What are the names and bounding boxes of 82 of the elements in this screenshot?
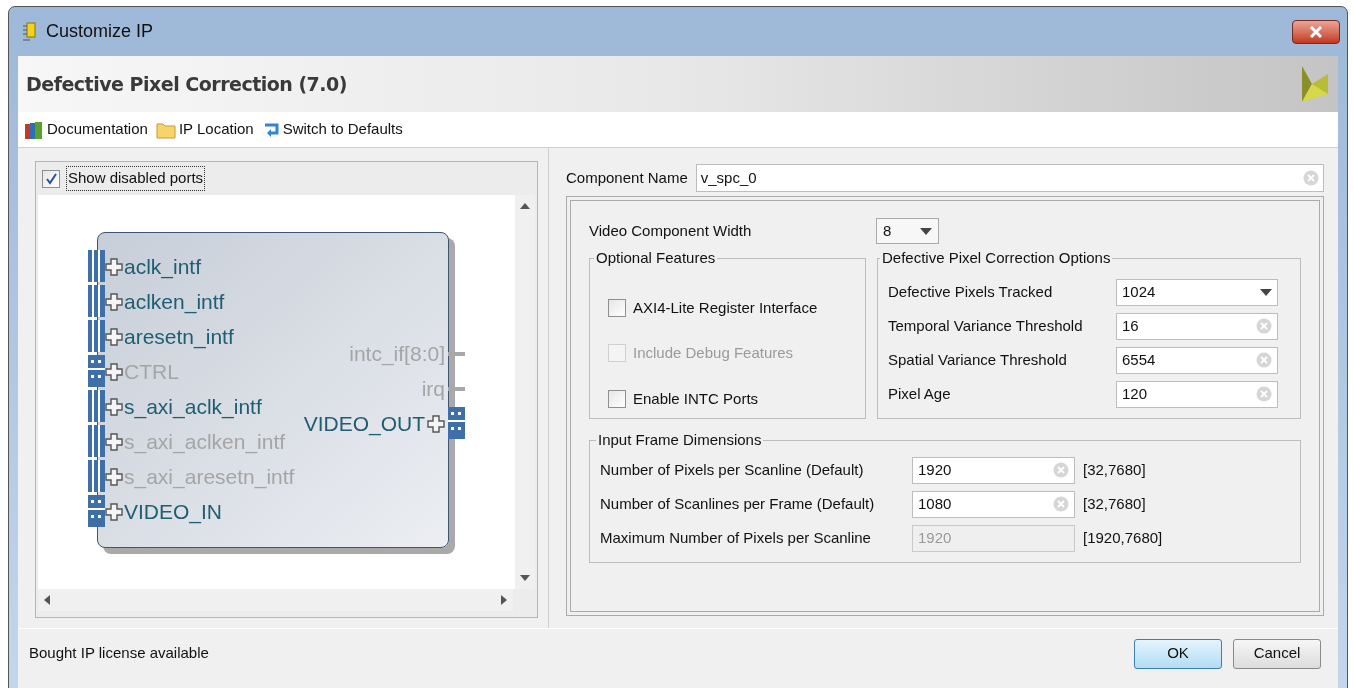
caret-icon [1260,288,1272,296]
group-title: Input Frame Dimensions [597,430,763,450]
port-label: s_axi_aclken_intf [124,428,286,456]
plus-icon[interactable] [105,327,123,346]
dialog-button[interactable]: Cancel [1233,638,1321,669]
checkbox[interactable] [608,298,626,317]
checkbox[interactable] [42,169,60,188]
ip-title: Defective Pixel Correction (7.0) [26,71,347,97]
input-field[interactable]: 1080 [912,490,1075,518]
input-field[interactable]: 6554 [1116,346,1278,374]
port-label: irq [421,375,445,402]
toolbar-button[interactable]: IP Location [155,118,254,141]
plus-icon[interactable] [105,257,123,276]
plus-icon[interactable] [427,414,445,433]
bus-connector-icon [88,355,105,387]
checkbox-label[interactable]: Show disabled ports [66,166,206,191]
component-name-field[interactable]: v_spc_0 [695,164,1324,192]
range-label: [1920,7680] [1083,527,1163,548]
plus-icon[interactable] [105,467,123,486]
port-connector-icon [88,390,105,422]
port-label: intc_if[8:0] [349,340,445,368]
vertical-scrollbar[interactable] [515,195,535,589]
bus-connector-icon [448,407,465,439]
checkbox[interactable] [608,389,626,408]
close-button[interactable] [1292,19,1340,44]
window-title: Customize IP [46,20,154,43]
bus-connector-icon [88,495,105,527]
field-label: Defective Pixels Tracked [888,281,1054,302]
port-connector-icon [88,250,105,282]
books-icon [24,119,44,140]
range-label: [32,7680] [1083,493,1146,514]
horizontal-scrollbar[interactable] [38,589,513,611]
group-title: Defective Pixel Correction Options [881,248,1112,268]
port-label: VIDEO_OUT [303,410,425,438]
input-field[interactable]: 16 [1116,312,1278,340]
field-label: Spatial Variance Threshold [888,349,1068,370]
scroll-right-icon[interactable] [501,595,507,605]
status-text: Bought IP license available [29,643,210,664]
plus-icon[interactable] [105,432,123,451]
plus-icon[interactable] [105,292,123,311]
port-connector-icon [88,320,105,352]
close-icon [1309,24,1323,39]
port-label: s_axi_aresetn_intf [124,463,295,491]
dropdown[interactable]: 8 [876,218,939,244]
port-label: s_axi_aclk_intf [124,393,262,421]
plus-icon[interactable] [105,502,123,521]
input-field[interactable]: 1920 [912,456,1075,484]
toolbar-button[interactable]: Switch to Defaults [261,118,403,141]
field-label: Video Component Width [589,220,753,241]
scroll-down-icon[interactable] [520,575,530,581]
input-field: 1920 [912,524,1075,552]
wire-icon [448,352,465,356]
port-label: VIDEO_IN [124,498,223,526]
field-label: Number of Pixels per Scanline (Default) [600,459,865,480]
chip-icon [22,21,38,42]
scroll-left-icon[interactable] [44,595,50,605]
toolbar-button[interactable]: Documentation [24,118,148,141]
field-label: Maximum Number of Pixels per Scanline [600,527,872,548]
input-field[interactable]: 120 [1116,380,1278,408]
checkbox-label[interactable]: AXI4-Lite Register Interface [633,296,818,319]
field-label: Temporal Variance Threshold [888,315,1084,336]
port-label: aclken_intf [124,288,225,316]
folder-icon [155,120,176,139]
field-label: Component Name [566,167,688,188]
plus-icon[interactable] [105,397,123,416]
port-connector-icon [88,285,105,317]
caret-icon [920,227,932,235]
checkbox-label[interactable]: Enable INTC Ports [633,387,759,410]
port-label: CTRL [124,358,179,385]
group-title: Optional Features [595,248,717,268]
wire-icon [448,387,465,391]
scroll-up-icon[interactable] [520,203,530,209]
port-connector-icon [88,460,105,492]
port-connector-icon [88,425,105,457]
dialog-button[interactable]: OK [1134,638,1222,669]
plus-icon[interactable] [105,362,123,381]
range-label: [32,7680] [1083,459,1146,480]
port-label: aresetn_intf [124,323,234,351]
dropdown[interactable]: 1024 [1116,278,1278,306]
field-label: Pixel Age [888,383,952,404]
field-label: Number of Scanlines per Frame (Default) [600,493,876,514]
port-label: aclk_intf [124,253,202,281]
